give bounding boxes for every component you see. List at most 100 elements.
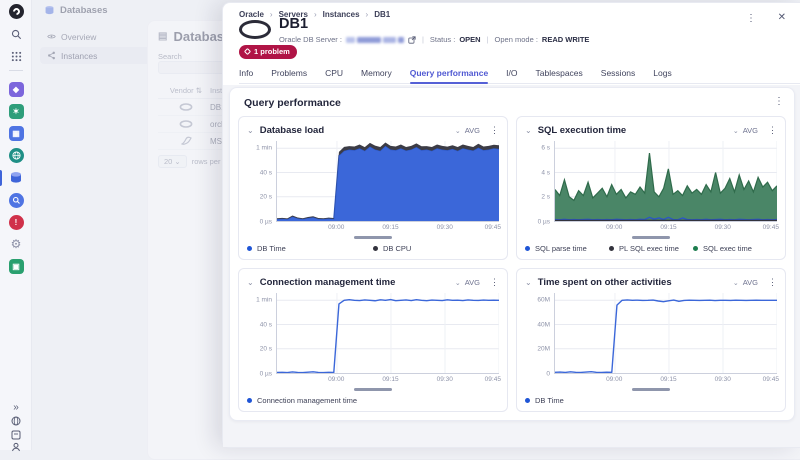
x-tick-label: 09:30: [715, 376, 731, 383]
breadcrumb-separator: ›: [314, 10, 317, 19]
services-app-icon[interactable]: ▦: [7, 124, 25, 142]
tab-problems[interactable]: Problems: [271, 63, 307, 83]
chart-sql-execution-time: ⌄ SQL execution time ⌄ AVG ⋮ 0 µs2 s4 s6…: [516, 116, 786, 260]
chart-connection-management-time: ⌄ Connection management time ⌄ AVG ⋮ 0 µ…: [238, 268, 508, 412]
y-tick-label: 6 s: [541, 145, 550, 152]
legend-item[interactable]: DB CPU: [373, 244, 499, 253]
plot-area[interactable]: [276, 141, 499, 222]
tab-memory[interactable]: Memory: [361, 63, 392, 83]
mssql-vendor-icon: [181, 136, 192, 146]
chart-time-spent-other-activities: ⌄ Time spent on other activities ⌄ AVG ⋮…: [516, 268, 786, 412]
tracing-app-icon[interactable]: [7, 191, 25, 209]
agg-chevron-icon[interactable]: ⌄: [733, 127, 739, 135]
collapse-chevron-icon[interactable]: ⌄: [525, 126, 532, 135]
y-tick-label: 20M: [537, 346, 550, 353]
time-scrollbar[interactable]: [632, 388, 670, 391]
legend-dot-icon: [609, 246, 614, 251]
databases-app-icon[interactable]: [7, 169, 25, 187]
tab-i-o[interactable]: I/O: [506, 63, 517, 83]
agg-selector[interactable]: AVG: [743, 126, 758, 135]
breadcrumb-item-db1[interactable]: DB1: [374, 10, 390, 19]
panel-kebab-icon[interactable]: ⋮: [746, 13, 756, 24]
agg-chevron-icon[interactable]: ⌄: [455, 127, 461, 135]
x-tick-label: 09:45: [485, 376, 501, 383]
apps-grid-icon[interactable]: [7, 47, 25, 65]
x-tick-label: 09:00: [328, 376, 344, 383]
instances-icon: [47, 51, 56, 60]
bg-nav-overview[interactable]: Overview: [40, 28, 158, 45]
chart-legend: Connection management time: [247, 393, 499, 407]
legend-item[interactable]: PL SQL exec time: [609, 244, 693, 253]
plot-area[interactable]: [554, 293, 777, 374]
x-tick-label: 09:00: [328, 224, 344, 231]
cube-app-icon[interactable]: ◆: [7, 80, 25, 98]
plot-area[interactable]: [554, 141, 777, 222]
agg-selector[interactable]: AVG: [465, 126, 480, 135]
instance-meta: Oracle DB Server : | Status :OPEN | Open…: [279, 35, 589, 44]
legend-item[interactable]: Connection management time: [247, 396, 499, 405]
breadcrumb-item-oracle[interactable]: Oracle: [239, 10, 264, 19]
tab-tablespaces[interactable]: Tablespaces: [536, 63, 583, 83]
y-tick-label: 40M: [537, 321, 550, 328]
close-icon[interactable]: ✕: [778, 12, 786, 23]
user-profile-icon[interactable]: [7, 438, 25, 456]
legend-label: DB CPU: [383, 244, 411, 253]
tab-info[interactable]: Info: [239, 63, 253, 83]
tab-cpu[interactable]: CPU: [325, 63, 343, 83]
section-kebab-icon[interactable]: ⋮: [774, 96, 784, 107]
chart-title: Database load: [260, 125, 455, 136]
chart-kebab-icon[interactable]: ⋮: [490, 125, 499, 136]
legend-label: DB Time: [535, 396, 564, 405]
y-tick-label: 20 s: [260, 346, 272, 353]
collapse-chevron-icon[interactable]: ⌄: [247, 278, 254, 287]
breadcrumb-separator: ›: [270, 10, 273, 19]
legend-item[interactable]: DB Time: [525, 396, 777, 405]
legend-item[interactable]: DB Time: [247, 244, 373, 253]
chart-title: Connection management time: [260, 277, 455, 288]
chart-kebab-icon[interactable]: ⋮: [768, 125, 777, 136]
tab-logs[interactable]: Logs: [653, 63, 671, 83]
breadcrumb: Oracle›Servers›Instances›DB1: [239, 10, 390, 19]
bg-search-label: Search: [158, 52, 182, 61]
y-tick-label: 60M: [537, 297, 550, 304]
tab-content: Query performance ⋮ ⌄ Database load ⌄ AV…: [223, 85, 800, 447]
breadcrumb-item-instances[interactable]: Instances: [323, 10, 360, 19]
x-tick-label: 09:30: [715, 224, 731, 231]
kubernetes-app-icon[interactable]: ✶: [7, 102, 25, 120]
active-app-indicator: [0, 170, 2, 186]
oracle-vendor-icon: [179, 103, 193, 111]
legend-label: SQL parse time: [535, 244, 587, 253]
y-tick-label: 40 s: [260, 321, 272, 328]
time-scrollbar[interactable]: [354, 236, 392, 239]
security-app-icon[interactable]: ▣: [7, 257, 25, 275]
agg-chevron-icon[interactable]: ⌄: [733, 279, 739, 287]
dynatrace-logo-icon[interactable]: [7, 2, 25, 20]
rows-per-page-select[interactable]: 20 ⌄: [158, 155, 187, 168]
y-tick-label: 1 min: [256, 145, 272, 152]
bg-nav-instances[interactable]: Instances: [40, 47, 158, 64]
problems-app-icon[interactable]: !: [7, 213, 25, 231]
time-scrollbar[interactable]: [354, 388, 392, 391]
problem-badge[interactable]: 1 problem: [239, 45, 297, 59]
legend-item[interactable]: SQL exec time: [693, 244, 777, 253]
agg-chevron-icon[interactable]: ⌄: [455, 279, 461, 287]
globe-app-icon[interactable]: [7, 146, 25, 164]
tab-query-performance[interactable]: Query performance: [410, 63, 488, 83]
x-tick-label: 09:15: [660, 224, 676, 231]
search-icon[interactable]: [7, 25, 25, 43]
y-tick-label: 0 µs: [260, 371, 272, 378]
external-link-icon[interactable]: [408, 36, 416, 44]
legend-dot-icon: [693, 246, 698, 251]
agg-selector[interactable]: AVG: [465, 278, 480, 287]
chart-kebab-icon[interactable]: ⋮: [768, 277, 777, 288]
legend-item[interactable]: SQL parse time: [525, 244, 609, 253]
collapse-chevron-icon[interactable]: ⌄: [525, 278, 532, 287]
time-scrollbar[interactable]: [632, 236, 670, 239]
chart-kebab-icon[interactable]: ⋮: [490, 277, 499, 288]
settings-gear-icon[interactable]: ⚙: [7, 235, 25, 253]
legend-label: DB Time: [257, 244, 286, 253]
agg-selector[interactable]: AVG: [743, 278, 758, 287]
plot-area[interactable]: [276, 293, 499, 374]
collapse-chevron-icon[interactable]: ⌄: [247, 126, 254, 135]
tab-sessions[interactable]: Sessions: [601, 63, 636, 83]
